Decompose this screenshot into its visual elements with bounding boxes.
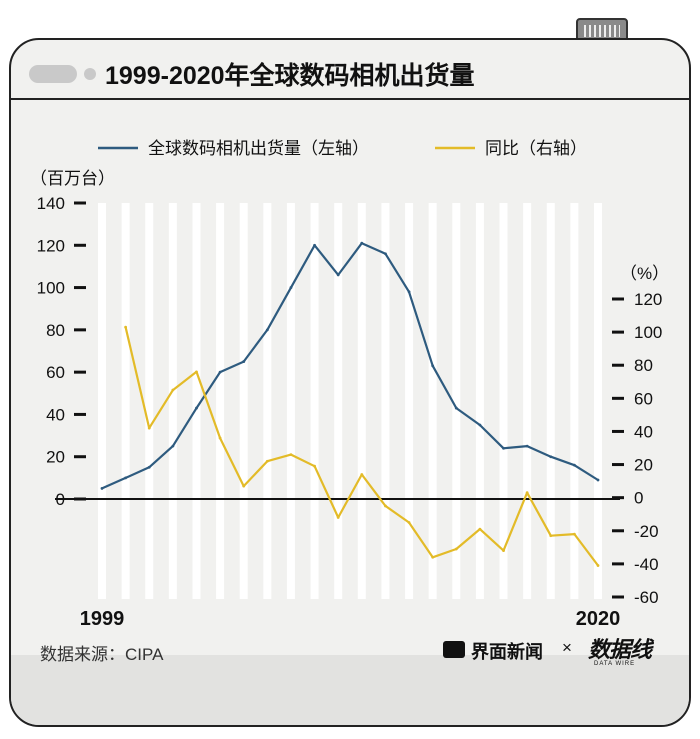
data-point bbox=[171, 444, 175, 448]
right-axis-tick-label: 120 bbox=[634, 290, 662, 309]
data-point bbox=[147, 465, 151, 469]
grid-band bbox=[499, 203, 508, 599]
right-axis-tick-label: 0 bbox=[634, 489, 643, 508]
data-point bbox=[218, 370, 222, 374]
grid-band bbox=[381, 203, 390, 599]
data-point bbox=[218, 436, 222, 440]
grid-band bbox=[286, 203, 295, 599]
data-point bbox=[407, 290, 411, 294]
grid-band bbox=[405, 203, 414, 599]
left-axis-tick-label: 120 bbox=[37, 236, 65, 255]
right-axis-tick-label: 60 bbox=[634, 389, 653, 408]
data-point bbox=[360, 473, 364, 476]
grid-band bbox=[98, 203, 106, 599]
chart-svg: 0 20 40 60 80 100 120 140 -60 -40 -20 0 20 40 60 80 100 1… bbox=[30, 139, 669, 630]
data-point bbox=[572, 532, 576, 536]
data-point bbox=[502, 446, 505, 450]
data-point bbox=[431, 555, 435, 559]
grid-band bbox=[263, 203, 272, 599]
grid-band bbox=[357, 203, 366, 599]
data-point bbox=[100, 487, 104, 490]
data-point bbox=[171, 388, 175, 392]
data-point bbox=[596, 564, 600, 567]
data-point bbox=[431, 364, 435, 368]
grid-band bbox=[546, 203, 555, 599]
right-axis-tick-label: 80 bbox=[634, 356, 653, 375]
grid-band bbox=[594, 203, 602, 599]
grid-band bbox=[168, 203, 177, 599]
data-point bbox=[407, 521, 411, 524]
data-point bbox=[454, 406, 458, 410]
data-point bbox=[478, 527, 482, 531]
data-point bbox=[124, 325, 128, 329]
data-point bbox=[265, 328, 269, 332]
left-axis-tick-label: 40 bbox=[46, 405, 65, 424]
left-axis-tick-label: 20 bbox=[46, 448, 65, 467]
data-point bbox=[336, 273, 340, 277]
data-point bbox=[336, 516, 340, 519]
grid-band bbox=[216, 203, 225, 599]
left-axis-tick-label: 100 bbox=[37, 279, 65, 298]
data-point bbox=[147, 426, 151, 430]
right-axis-tick-label: -20 bbox=[634, 522, 659, 541]
data-point bbox=[313, 464, 316, 468]
data-point bbox=[384, 252, 387, 256]
data-point bbox=[525, 444, 529, 448]
x-tick-label-end: 2020 bbox=[576, 608, 621, 630]
left-axis-tick-label: 80 bbox=[46, 321, 65, 340]
data-point bbox=[289, 286, 293, 289]
data-point bbox=[289, 453, 293, 457]
legend-label-1: 全球数码相机出货量（左轴） bbox=[148, 139, 369, 158]
data-point bbox=[502, 549, 505, 553]
data-point bbox=[454, 547, 458, 551]
data-point bbox=[525, 491, 529, 495]
grid-band bbox=[523, 203, 532, 599]
data-point bbox=[124, 476, 128, 480]
legend-label-2: 同比（右轴） bbox=[485, 139, 587, 158]
data-point bbox=[549, 534, 553, 538]
left-axis-tick-label: 0 bbox=[56, 490, 65, 509]
grid-band bbox=[145, 203, 154, 599]
grid-band bbox=[121, 203, 130, 599]
data-point bbox=[195, 406, 198, 410]
data-point bbox=[572, 463, 576, 467]
grid-band bbox=[428, 203, 437, 599]
right-axis-unit: （%） bbox=[620, 264, 669, 283]
grid-band bbox=[310, 203, 319, 599]
right-axis-tick-label: -60 bbox=[634, 588, 659, 607]
data-point bbox=[478, 423, 482, 427]
x-tick-label-start: 1999 bbox=[80, 608, 125, 630]
data-point bbox=[195, 370, 198, 374]
data-point bbox=[596, 478, 600, 482]
left-axis-tick-label: 60 bbox=[46, 363, 65, 382]
left-axis-unit: （百万台） bbox=[30, 169, 115, 188]
data-point bbox=[384, 504, 387, 508]
data-point bbox=[265, 459, 269, 463]
grid-band bbox=[192, 203, 201, 599]
left-axis-tick-label: 140 bbox=[37, 194, 65, 213]
grid-band bbox=[475, 203, 484, 599]
data-point bbox=[360, 241, 364, 245]
right-axis-tick-label: 100 bbox=[634, 323, 662, 342]
right-axis-tick-label: 20 bbox=[634, 456, 653, 475]
data-point bbox=[242, 360, 246, 363]
right-axis-tick-label: 40 bbox=[634, 422, 653, 441]
data-point bbox=[549, 455, 553, 459]
data-point bbox=[242, 484, 246, 488]
data-point bbox=[313, 243, 316, 247]
right-axis-tick-label: -40 bbox=[634, 555, 659, 574]
grid-band bbox=[334, 203, 343, 599]
grid-band bbox=[239, 203, 248, 599]
